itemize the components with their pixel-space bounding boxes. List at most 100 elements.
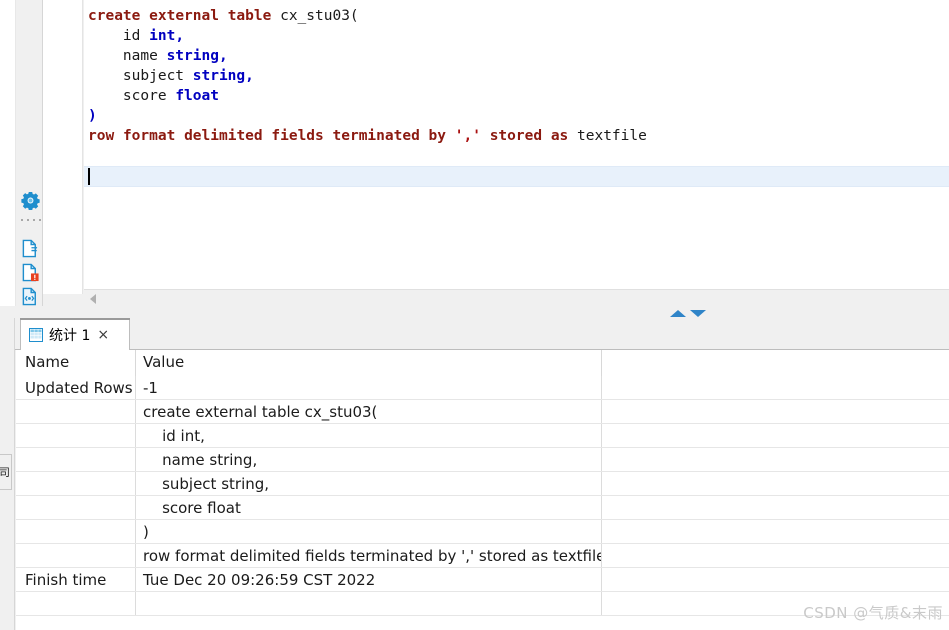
code-token: string: [192, 68, 246, 84]
code-token: format: [122, 128, 176, 144]
cell-value[interactable]: ): [135, 520, 601, 543]
cell-name[interactable]: [16, 448, 135, 471]
code-token: stored: [489, 128, 543, 144]
code-token: row: [88, 128, 115, 144]
results-grid[interactable]: Name Value Updated Rows -1 create external t…: [16, 350, 949, 630]
close-icon[interactable]: ×: [97, 328, 109, 342]
cell-name[interactable]: [16, 592, 135, 615]
column-header-value[interactable]: Value: [143, 350, 184, 374]
code-token: score: [88, 88, 176, 104]
code-line[interactable]: [84, 166, 949, 186]
document-add-icon[interactable]: [20, 238, 41, 259]
code-line[interactable]: name string,: [84, 46, 949, 66]
ide-window: create external table cx_stu03( id int, …: [0, 0, 949, 630]
cell-empty[interactable]: [601, 424, 949, 447]
scroll-left-arrow-icon[interactable]: [90, 294, 96, 304]
code-line[interactable]: ): [84, 106, 949, 126]
code-token: as: [550, 128, 569, 144]
editor-gutter: [43, 0, 83, 294]
cell-empty[interactable]: [601, 544, 949, 567]
table-row[interactable]: ): [16, 520, 949, 544]
cell-empty[interactable]: [601, 568, 949, 591]
cell-value[interactable]: name string,: [135, 448, 601, 471]
cell-value[interactable]: row format delimited fields terminated b…: [135, 544, 601, 567]
separator-dots-icon: [21, 217, 41, 223]
table-row[interactable]: id int,: [16, 424, 949, 448]
code-token: int: [149, 28, 176, 44]
results-panel: 司 统计 1 × Name Value Updated Rows -1 crea…: [0, 318, 949, 630]
table-row[interactable]: Finish time Tue Dec 20 09:26:59 CST 2022: [16, 568, 949, 592]
table-row[interactable]: row format delimited fields terminated b…: [16, 544, 949, 568]
cell-value[interactable]: -1: [135, 376, 601, 399]
cell-name[interactable]: [16, 496, 135, 519]
code-token: table: [227, 8, 272, 24]
code-token: name: [88, 48, 167, 64]
cell-empty[interactable]: [601, 376, 949, 399]
table-row[interactable]: score float: [16, 496, 949, 520]
cell-value[interactable]: score float: [135, 496, 601, 519]
code-token: string: [166, 48, 219, 64]
cell-value[interactable]: subject string,: [135, 472, 601, 495]
code-token: subject: [88, 68, 193, 84]
table-row[interactable]: Updated Rows -1: [16, 376, 949, 400]
cell-empty[interactable]: [601, 448, 949, 471]
results-left-rail: 司: [0, 318, 15, 630]
cell-value[interactable]: create external table cx_stu03(: [135, 400, 601, 423]
code-token: ,: [245, 68, 254, 84]
code-token: by: [428, 128, 447, 144]
tab-statistics[interactable]: 统计 1 ×: [20, 320, 130, 350]
collapse-up-arrow-icon[interactable]: [670, 310, 686, 317]
cell-value[interactable]: Tue Dec 20 09:26:59 CST 2022: [135, 568, 601, 591]
cell-name[interactable]: [16, 424, 135, 447]
cell-empty[interactable]: [601, 520, 949, 543]
code-line[interactable]: create external table cx_stu03(: [84, 6, 949, 26]
tool-rail: [15, 0, 43, 309]
cell-empty[interactable]: [601, 400, 949, 423]
table-row[interactable]: create external table cx_stu03(: [16, 400, 949, 424]
code-token: fields: [271, 128, 324, 144]
cell-name[interactable]: [16, 544, 135, 567]
sql-editor[interactable]: create external table cx_stu03( id int, …: [84, 0, 949, 294]
cell-name[interactable]: Updated Rows: [16, 376, 135, 399]
cell-value[interactable]: [135, 592, 601, 615]
watermark: CSDN @气质&末雨: [803, 604, 943, 622]
cell-value[interactable]: id int,: [135, 424, 601, 447]
table-row[interactable]: name string,: [16, 448, 949, 472]
code-token: cx_stu03(: [280, 8, 359, 24]
code-token: external: [149, 8, 219, 24]
code-line[interactable]: [84, 146, 949, 166]
document-script-icon[interactable]: [20, 286, 41, 307]
code-line[interactable]: subject string,: [84, 66, 949, 86]
cell-name[interactable]: Finish time: [16, 568, 135, 591]
left-margin-strip: [0, 0, 15, 309]
code-token: textfile: [577, 128, 647, 144]
expand-down-arrow-icon[interactable]: [690, 310, 706, 317]
collapsed-view-tab[interactable]: 司: [0, 454, 12, 490]
editor-code-area[interactable]: create external table cx_stu03( id int, …: [84, 0, 949, 186]
cell-empty[interactable]: [601, 472, 949, 495]
code-line[interactable]: score float: [84, 86, 949, 106]
code-line[interactable]: id int,: [84, 26, 949, 46]
column-header-name[interactable]: Name: [25, 350, 69, 374]
results-tab-strip: 统计 1 ×: [15, 318, 949, 350]
code-token: float: [175, 88, 219, 104]
cell-name[interactable]: [16, 472, 135, 495]
gear-icon[interactable]: [20, 190, 41, 211]
code-token: ,: [175, 28, 185, 44]
cell-name[interactable]: [16, 400, 135, 423]
code-token: ,: [218, 48, 228, 64]
table-row[interactable]: subject string,: [16, 472, 949, 496]
cell-name[interactable]: [16, 520, 135, 543]
document-error-icon[interactable]: [20, 262, 41, 283]
code-line[interactable]: row format delimited fields terminated b…: [84, 126, 949, 146]
cell-empty[interactable]: [601, 496, 949, 519]
grid-icon: [29, 328, 43, 342]
